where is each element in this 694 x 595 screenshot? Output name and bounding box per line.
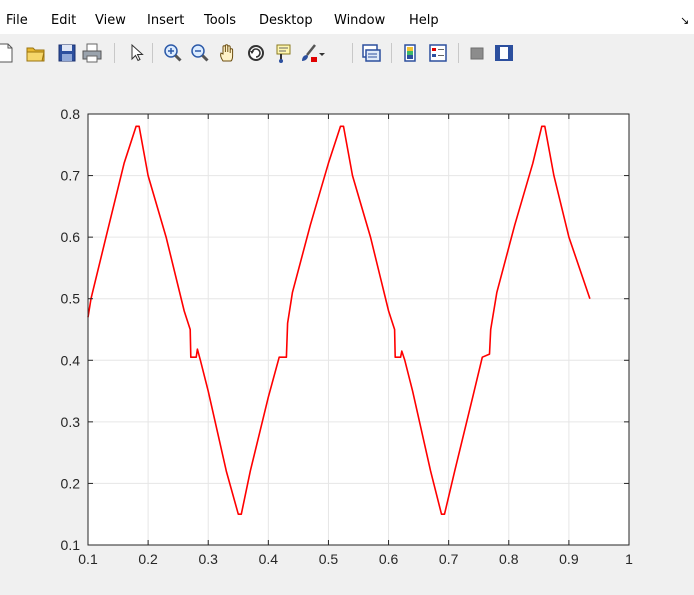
pan-icon[interactable]: [217, 42, 239, 64]
toolbar-separator: [352, 43, 353, 63]
data-cursor-icon[interactable]: [273, 42, 295, 64]
show-plot-tools-icon[interactable]: [493, 42, 515, 64]
x-tick-label: 0.9: [559, 551, 579, 567]
legend-icon[interactable]: [427, 42, 449, 64]
menu-edit[interactable]: Edit: [51, 13, 76, 28]
y-tick-label: 0.1: [61, 537, 81, 553]
y-tick-label: 0.8: [61, 106, 81, 122]
line-chart[interactable]: 0.1 0.2 0.3 0.4 0.5 0.6 0.7 0.8 0.9 1 0.1 0.2 0.3 0.4…: [0, 70, 694, 595]
zoom-out-icon[interactable]: [189, 42, 211, 64]
toolbar-separator: [152, 43, 153, 63]
x-tick-label: 0.1: [78, 551, 98, 567]
menu-tools[interactable]: Tools: [204, 13, 236, 28]
print-icon[interactable]: [81, 42, 103, 64]
new-figure-icon[interactable]: [0, 42, 16, 64]
menu-help[interactable]: Help: [409, 13, 439, 28]
y-tick-label: 0.5: [61, 291, 81, 307]
link-plot-icon[interactable]: [360, 42, 382, 64]
x-tick-label: 0.4: [259, 551, 279, 567]
menu-desktop[interactable]: Desktop: [259, 13, 313, 28]
y-tick-label: 0.6: [61, 229, 81, 245]
x-tick-label: 1: [625, 551, 633, 567]
axes-background: [88, 114, 629, 545]
dock-arrow-icon[interactable]: ↘: [680, 14, 689, 27]
open-file-icon[interactable]: [25, 42, 47, 64]
menu-window[interactable]: Window: [334, 13, 385, 28]
figure-toolbar: [0, 36, 694, 70]
pointer-icon[interactable]: [125, 42, 147, 64]
y-tick-label: 0.7: [61, 168, 81, 184]
toolbar-separator: [114, 43, 115, 63]
menu-bar: File Edit View Insert Tools Desktop Wind…: [0, 0, 694, 34]
toolbar-separator: [391, 43, 392, 63]
figure-canvas: 0.1 0.2 0.3 0.4 0.5 0.6 0.7 0.8 0.9 1 0.1 0.2 0.3 0.4…: [0, 70, 694, 595]
rotate-3d-icon[interactable]: [245, 42, 267, 64]
x-tick-label: 0.5: [319, 551, 339, 567]
toolbar-separator: [458, 43, 459, 63]
menu-view[interactable]: View: [95, 13, 126, 28]
zoom-in-icon[interactable]: [162, 42, 184, 64]
x-tick-label: 0.8: [499, 551, 519, 567]
menu-file[interactable]: File: [6, 13, 28, 28]
save-icon[interactable]: [56, 42, 78, 64]
x-tick-label: 0.3: [198, 551, 218, 567]
x-tick-label: 0.7: [439, 551, 459, 567]
y-tick-label: 0.3: [61, 414, 81, 430]
y-tick-label: 0.4: [61, 352, 81, 368]
x-tick-label: 0.6: [379, 551, 399, 567]
colorbar-icon[interactable]: [399, 42, 421, 64]
menu-insert[interactable]: Insert: [147, 13, 184, 28]
dropdown-icon[interactable]: [316, 42, 328, 64]
y-tick-label: 0.2: [61, 475, 81, 491]
x-tick-label: 0.2: [138, 551, 158, 567]
hide-plot-tools-icon[interactable]: [466, 42, 488, 64]
